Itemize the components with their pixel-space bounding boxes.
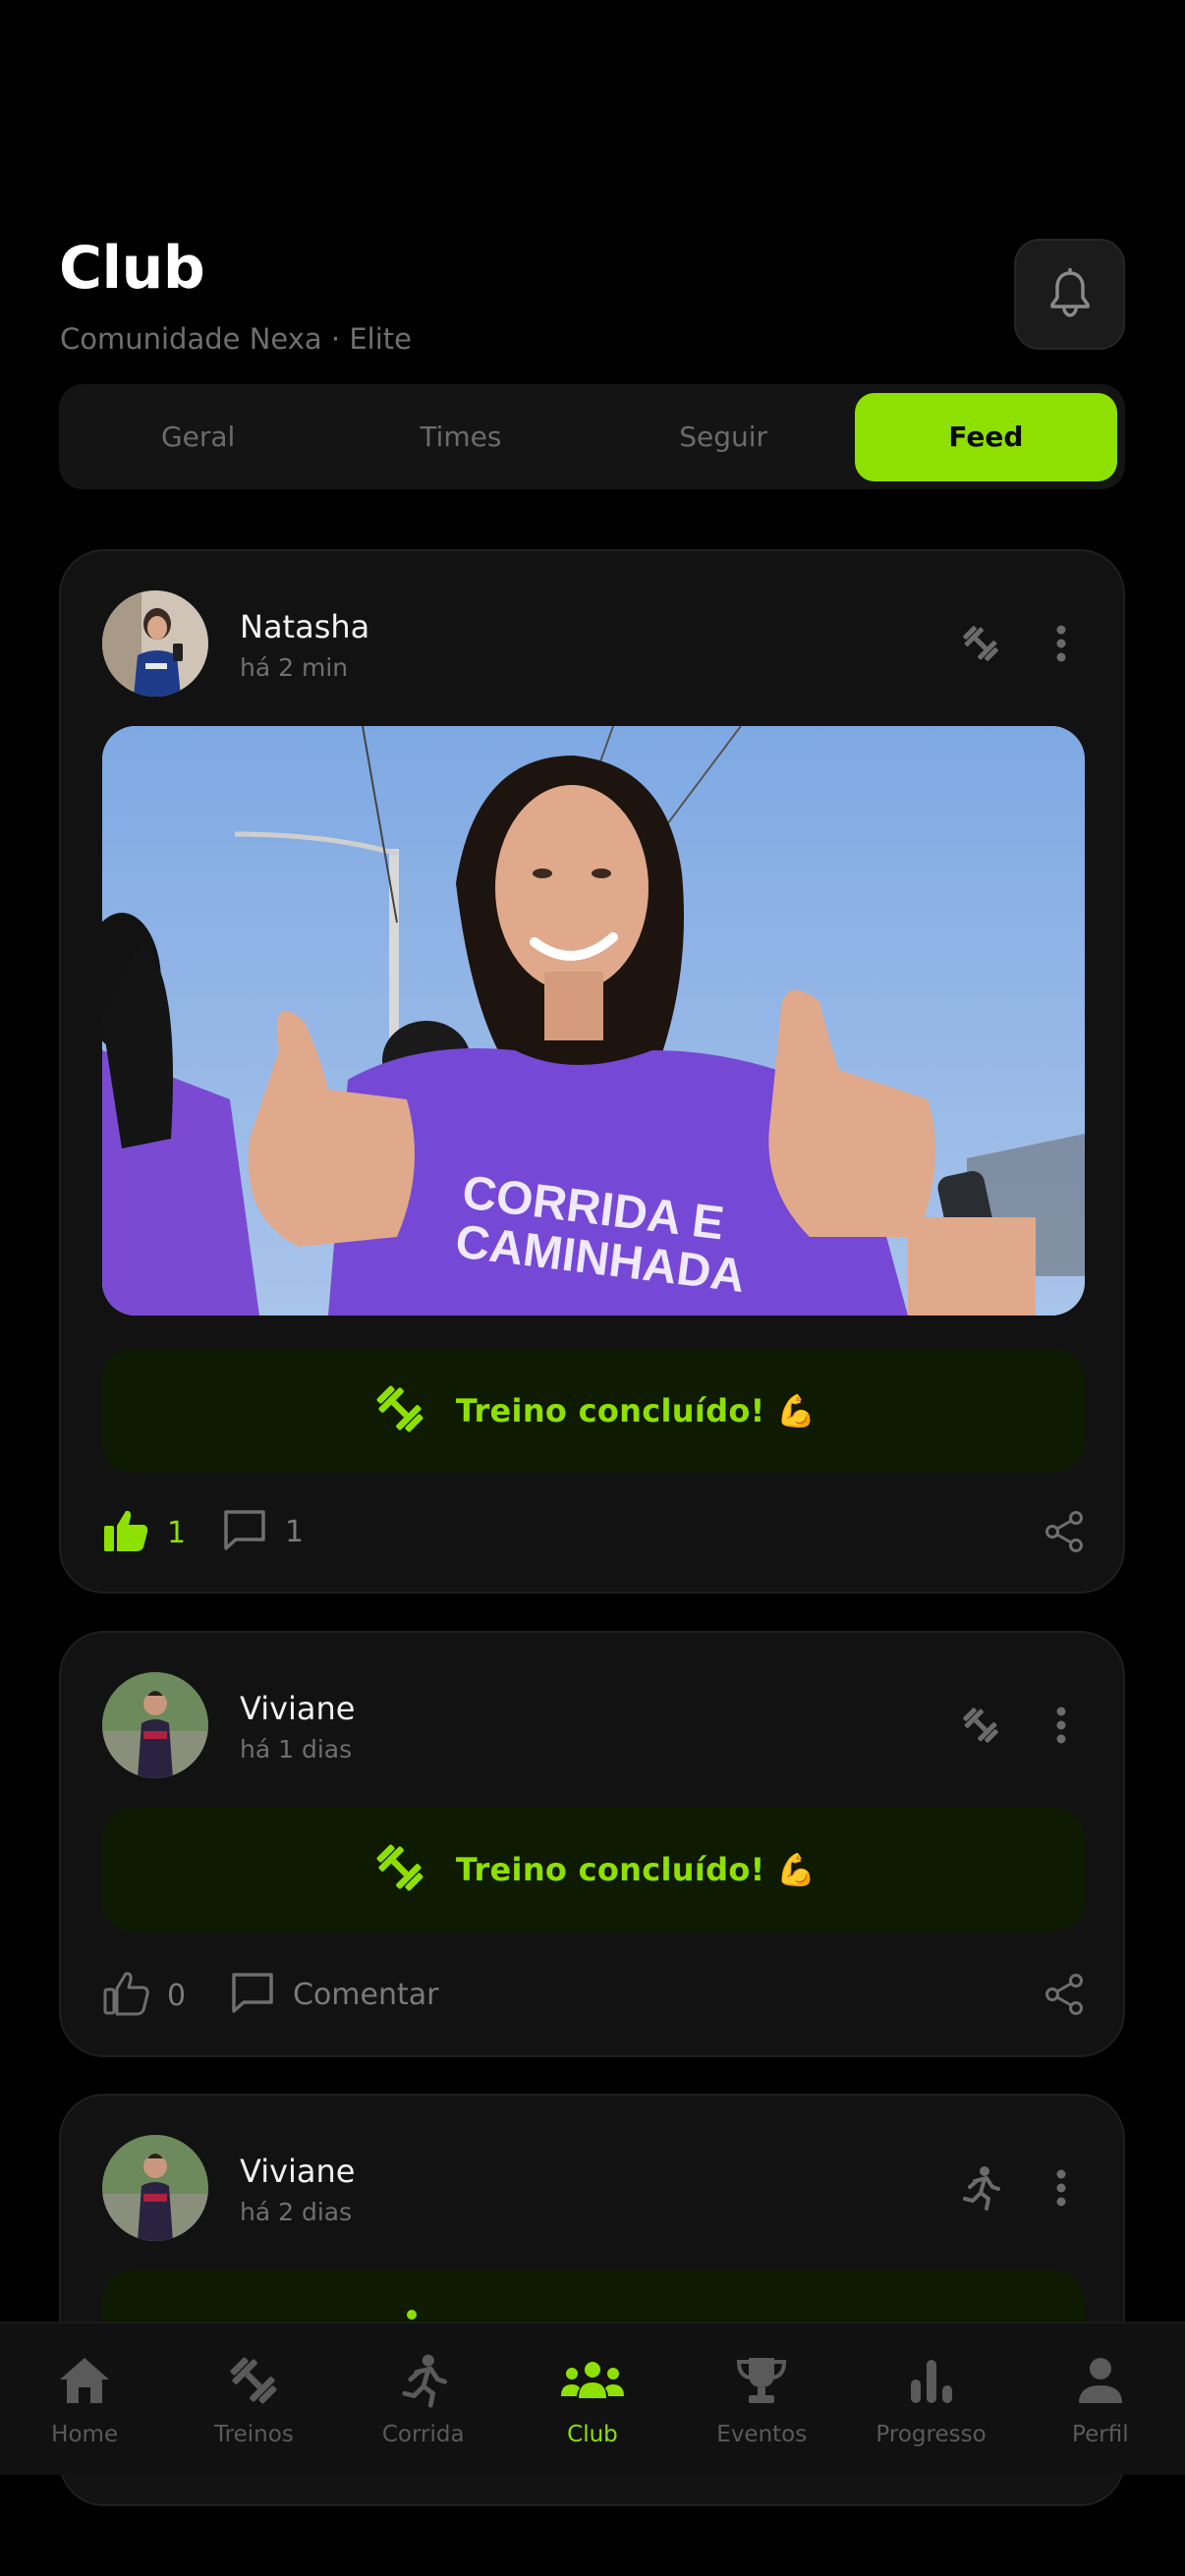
dumbbell-icon xyxy=(957,1702,1004,1749)
running-icon xyxy=(957,2164,1004,2212)
share-button[interactable] xyxy=(1044,1973,1085,2020)
nav-eventos[interactable]: Eventos xyxy=(683,2324,840,2447)
nav-label: Treinos xyxy=(214,2422,294,2447)
comment-label: Comentar xyxy=(293,1977,439,2012)
more-options-icon[interactable] xyxy=(1038,2164,1085,2212)
share-icon xyxy=(1044,1974,1085,2020)
post-photo[interactable]: CORRIDA E CAMINHADA xyxy=(102,726,1085,1316)
trophy-icon xyxy=(735,2351,788,2410)
nav-label: Perfil xyxy=(1072,2422,1129,2447)
nav-club[interactable]: Club xyxy=(514,2324,671,2447)
banner-text: Treino concluído! 💪 xyxy=(455,1851,817,1888)
avatar[interactable] xyxy=(102,590,208,697)
like-count: 0 xyxy=(167,1978,187,2013)
nav-home[interactable]: Home xyxy=(6,2324,163,2447)
running-icon xyxy=(400,2351,447,2410)
comment-icon xyxy=(230,1971,275,2018)
post-actions: 1 1 xyxy=(102,1504,1085,1563)
running-icon xyxy=(407,2310,417,2320)
comment-icon xyxy=(222,1508,267,1555)
nav-label: Eventos xyxy=(716,2422,808,2447)
post-header: Natasha há 2 min xyxy=(102,590,1085,697)
workout-completed-banner: Treino concluído! 💪 xyxy=(102,1349,1085,1473)
workout-completed-banner: Treino concluído! 💪 xyxy=(102,1808,1085,1932)
comment-count: 1 xyxy=(285,1514,305,1549)
tab-feed[interactable]: Feed xyxy=(854,392,1117,481)
dumbbell-icon xyxy=(957,620,1004,667)
bar-chart-icon xyxy=(907,2351,956,2410)
notifications-button[interactable] xyxy=(1014,239,1125,350)
more-options-icon[interactable] xyxy=(1038,1702,1085,1749)
nav-corrida[interactable]: Corrida xyxy=(345,2324,502,2447)
feed-post: Viviane há 1 dias Treino concluído! 💪 0 … xyxy=(59,1631,1125,2057)
avatar[interactable] xyxy=(102,2135,208,2241)
dumbbell-icon xyxy=(371,1839,428,1900)
avatar[interactable] xyxy=(102,1672,208,1778)
nav-progresso[interactable]: Progresso xyxy=(853,2324,1010,2447)
tab-times[interactable]: Times xyxy=(329,393,592,481)
tab-geral[interactable]: Geral xyxy=(67,393,329,481)
like-button[interactable]: 0 xyxy=(102,1971,186,2020)
comment-button[interactable]: Comentar xyxy=(230,1971,438,2018)
more-options-icon[interactable] xyxy=(1038,620,1085,667)
nav-label: Home xyxy=(51,2422,119,2447)
segmented-tabs: Geral Times Seguir Feed xyxy=(59,384,1125,489)
post-username[interactable]: Natasha xyxy=(240,608,369,645)
share-icon xyxy=(1044,1511,1085,1557)
nav-label: Club xyxy=(567,2422,618,2447)
bell-icon xyxy=(1048,266,1092,321)
nav-label: Progresso xyxy=(875,2422,987,2447)
post-actions: 0 Comentar xyxy=(102,1967,1085,2026)
dumbbell-icon xyxy=(225,2351,282,2410)
share-button[interactable] xyxy=(1044,1510,1085,1557)
home-icon xyxy=(57,2351,112,2410)
thumbs-up-icon xyxy=(102,1971,149,2020)
post-time: há 1 dias xyxy=(240,1735,353,1764)
feed-post: Natasha há 2 min CORRIDA E CAMINHADA Tre… xyxy=(59,549,1125,1594)
post-username[interactable]: Viviane xyxy=(240,2153,355,2190)
bottom-navigation: Home Treinos Corrida Club Eventos Progre… xyxy=(0,2322,1185,2475)
dumbbell-icon xyxy=(371,1380,428,1441)
post-time: há 2 min xyxy=(240,653,349,682)
page-title: Club xyxy=(59,234,205,303)
nav-treinos[interactable]: Treinos xyxy=(175,2324,332,2447)
banner-text: Treino concluído! 💪 xyxy=(455,1392,817,1429)
nav-label: Corrida xyxy=(381,2422,465,2447)
tab-seguir[interactable]: Seguir xyxy=(592,393,855,481)
club-screen: Club Comunidade Nexa · Elite Geral Times… xyxy=(0,0,1185,2576)
thumbs-up-icon xyxy=(102,1508,149,1557)
person-icon xyxy=(1076,2351,1125,2410)
nav-perfil[interactable]: Perfil xyxy=(1022,2324,1179,2447)
post-username[interactable]: Viviane xyxy=(240,1690,355,1727)
post-time: há 2 dias xyxy=(240,2198,353,2226)
like-count: 1 xyxy=(167,1515,187,1550)
like-button[interactable]: 1 xyxy=(102,1508,186,1557)
group-icon xyxy=(559,2351,626,2410)
post-header: Viviane há 1 dias xyxy=(102,1672,1085,1778)
post-header: Viviane há 2 dias xyxy=(102,2135,1085,2241)
page-subtitle: Comunidade Nexa · Elite xyxy=(60,322,412,356)
comment-button[interactable]: 1 xyxy=(222,1508,304,1555)
